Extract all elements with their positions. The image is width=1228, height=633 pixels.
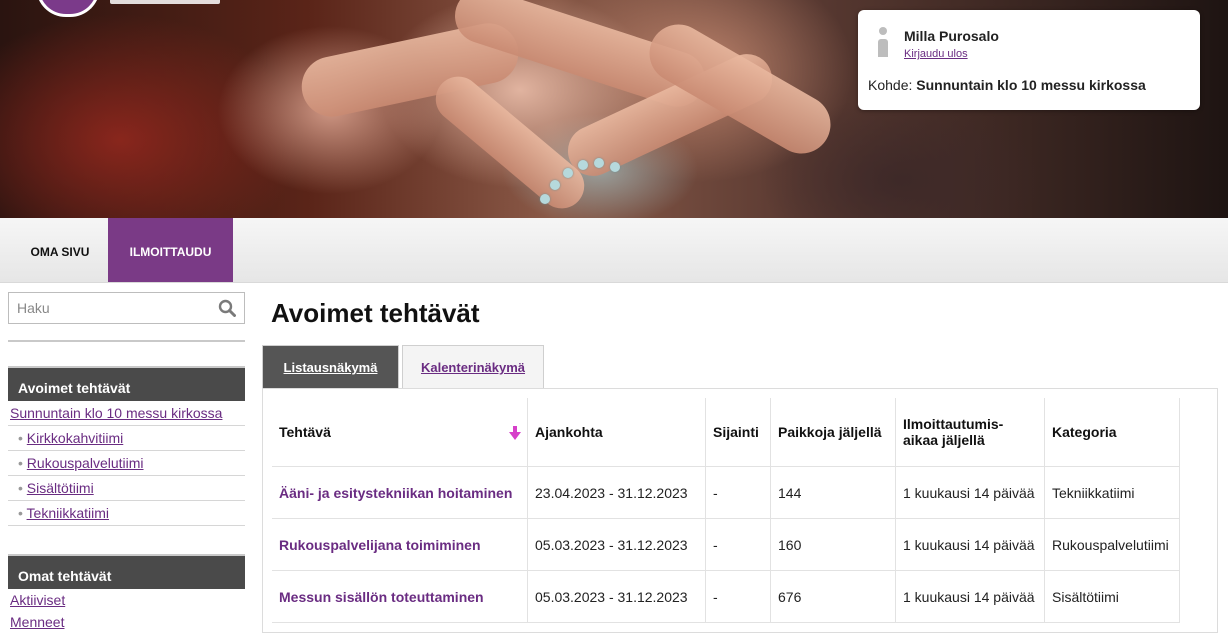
sidebar-item-tekniikkatiimi: • Tekniikkatiimi	[8, 501, 245, 526]
time-cell: 05.03.2023 - 31.12.2023	[527, 518, 706, 571]
sidebar-link-tekniikkatiimi[interactable]: Tekniikkatiimi	[27, 505, 109, 521]
sort-down-icon[interactable]	[509, 426, 521, 440]
sidebar-link-sisaltotiimi[interactable]: Sisältötiimi	[27, 480, 94, 496]
nav-tab-ilmoittaudu[interactable]: ILMOITTAUDU	[108, 218, 233, 282]
logout-link[interactable]: Kirjaudu ulos	[904, 48, 968, 60]
category-cell: Tekniikkatiimi	[1044, 466, 1180, 519]
tab-calendar-view[interactable]: Kalenterinäkymä	[402, 345, 544, 389]
location-cell: -	[705, 518, 771, 571]
column-header-spots[interactable]: Paikkoja jäljellä	[770, 398, 896, 467]
search-box	[8, 292, 245, 324]
sidebar-item-sisaltotiimi: • Sisältötiimi	[8, 476, 245, 501]
remaining-cell: 1 kuukausi 14 päivää	[895, 570, 1045, 623]
time-cell: 05.03.2023 - 31.12.2023	[527, 570, 706, 623]
target-label: Kohde:	[868, 77, 913, 93]
target-value: Sunnuntain klo 10 messu kirkossa	[916, 77, 1146, 93]
target-text: Kohde: Sunnuntain klo 10 messu kirkossa	[868, 77, 1146, 93]
tasks-table-container: Tehtävä Ajankohta Sijainti Paikkoja jälj…	[262, 388, 1218, 633]
remaining-cell: 1 kuukausi 14 päivää	[895, 466, 1045, 519]
task-cell[interactable]: Rukouspalvelijana toimiminen	[272, 518, 528, 571]
time-cell: 23.04.2023 - 31.12.2023	[527, 466, 706, 519]
user-card: Milla Purosalo Kirjaudu ulos Kohde: Sunn…	[858, 10, 1200, 110]
search-input[interactable]	[9, 293, 225, 323]
table-header-row: Tehtävä Ajankohta Sijainti Paikkoja jälj…	[272, 398, 1180, 467]
location-cell: -	[705, 466, 771, 519]
tasks-table: Tehtävä Ajankohta Sijainti Paikkoja jälj…	[272, 398, 1180, 623]
table-row[interactable]: Rukouspalvelijana toimiminen 05.03.2023 …	[272, 518, 1180, 571]
task-cell[interactable]: Messun sisällön toteuttaminen	[272, 570, 528, 623]
tab-list-view[interactable]: Listausnäkymä	[262, 345, 399, 389]
category-cell: Rukouspalvelutiimi	[1044, 518, 1180, 571]
column-header-location[interactable]: Sijainti	[705, 398, 771, 467]
sidebar-link-kirkkokahvitiimi[interactable]: Kirkkokahvitiimi	[27, 430, 123, 446]
logo-text	[110, 0, 220, 4]
bracelet-bead	[610, 162, 620, 172]
sidebar-divider	[8, 340, 245, 342]
sidebar-link-menneet[interactable]: Menneet	[8, 611, 245, 633]
main-nav: OMA SIVU ILMOITTAUDU	[0, 218, 1228, 283]
sidebar-link-aktiiviset[interactable]: Aktiiviset	[8, 589, 245, 611]
sidebar-open-tasks-title: Avoimet tehtävät	[8, 366, 245, 401]
sidebar-open-tasks: Avoimet tehtävät Sunnuntain klo 10 messu…	[8, 366, 245, 526]
sidebar-link-rukouspalvelutiimi[interactable]: Rukouspalvelutiimi	[27, 455, 144, 471]
hero-banner: Milla Purosalo Kirjaudu ulos Kohde: Sunn…	[0, 0, 1228, 218]
spots-cell: 160	[770, 518, 896, 571]
nav-tab-oma-sivu[interactable]: OMA SIVU	[12, 218, 108, 282]
user-avatar-icon	[878, 27, 888, 57]
bracelet-bead	[594, 158, 604, 168]
column-header-time[interactable]: Ajankohta	[527, 398, 706, 467]
sidebar-own-tasks-title: Omat tehtävät	[8, 554, 245, 589]
category-cell: Sisältötiimi	[1044, 570, 1180, 623]
table-row[interactable]: Ääni- ja esitystekniikan hoitaminen 23.0…	[272, 466, 1180, 519]
column-header-category[interactable]: Kategoria	[1044, 398, 1180, 467]
bracelet-bead	[563, 168, 573, 178]
bracelet-bead	[578, 160, 588, 170]
column-header-label: Tehtävä	[279, 424, 331, 440]
table-row[interactable]: Messun sisällön toteuttaminen 05.03.2023…	[272, 570, 1180, 623]
sidebar-link-target[interactable]: Sunnuntain klo 10 messu kirkossa	[8, 401, 245, 426]
spots-cell: 676	[770, 570, 896, 623]
search-icon[interactable]	[218, 299, 236, 317]
bracelet-bead	[550, 180, 560, 190]
column-header-task[interactable]: Tehtävä	[272, 398, 528, 467]
remaining-cell: 1 kuukausi 14 päivää	[895, 518, 1045, 571]
logo	[36, 0, 100, 17]
task-cell[interactable]: Ääni- ja esitystekniikan hoitaminen	[272, 466, 528, 519]
location-cell: -	[705, 570, 771, 623]
sidebar-item-kirkkokahvitiimi: • Kirkkokahvitiimi	[8, 426, 245, 451]
bracelet-bead	[540, 194, 550, 204]
user-name: Milla Purosalo	[904, 28, 999, 44]
sidebar-own-tasks: Omat tehtävät Aktiiviset Menneet	[8, 554, 245, 633]
sidebar-item-rukouspalvelutiimi: • Rukouspalvelutiimi	[8, 451, 245, 476]
page-title: Avoimet tehtävät	[271, 298, 480, 328]
column-header-remaining[interactable]: Ilmoittautumis-aikaa jäljellä	[895, 398, 1045, 467]
spots-cell: 144	[770, 466, 896, 519]
